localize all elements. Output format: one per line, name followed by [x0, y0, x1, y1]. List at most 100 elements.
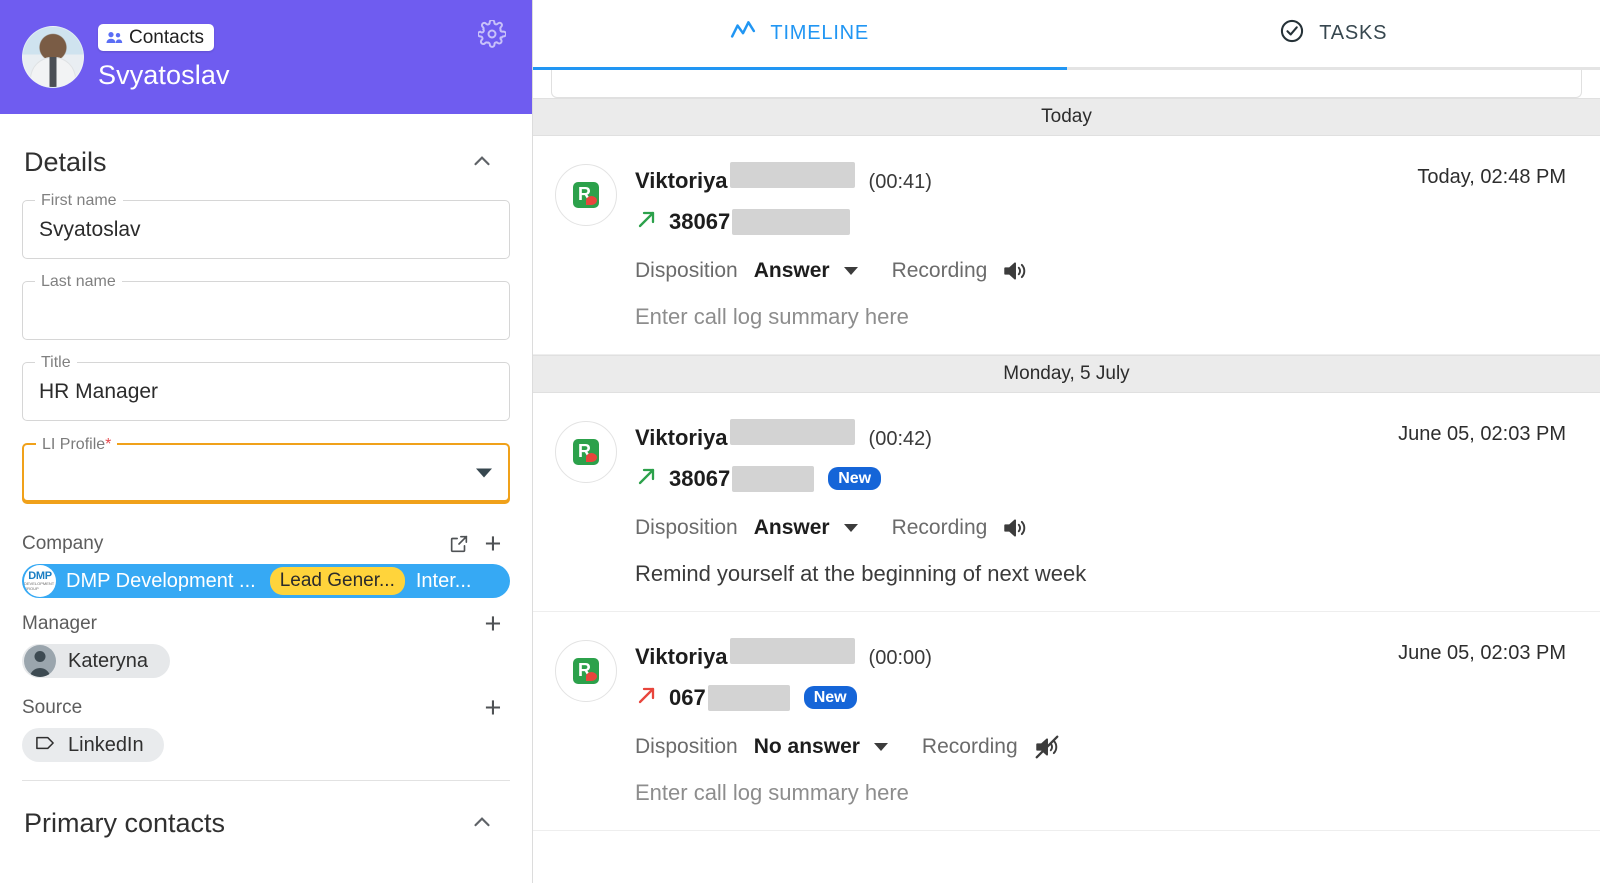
- company-chip-tag: Lead Gener...: [269, 567, 405, 595]
- arrow-outgoing-icon: [635, 683, 659, 712]
- day-separator-label: Today: [1041, 106, 1092, 127]
- person-avatar-icon: [24, 645, 56, 677]
- caller-name: Viktoriya: [635, 644, 728, 669]
- first-name-field[interactable]: First name Svyatoslav: [22, 192, 510, 259]
- tab-tasks[interactable]: TASKS: [1067, 0, 1600, 67]
- add-company-button[interactable]: +: [476, 527, 510, 561]
- company-logo-text: DMP: [28, 570, 52, 582]
- timeline-call-entry[interactable]: R Viktoriya (00:41) 38067 Disposition An…: [533, 136, 1600, 355]
- tab-tasks-label: TASKS: [1319, 22, 1388, 44]
- call-timestamp: June 05, 02:03 PM: [1398, 642, 1566, 664]
- call-phone-number: 38067: [669, 465, 731, 491]
- details-section-header: Details: [0, 114, 532, 188]
- caller-name: Viktoriya: [635, 425, 728, 450]
- recording-label: Recording: [891, 516, 988, 539]
- open-in-new-icon[interactable]: [442, 527, 476, 561]
- redacted-caller-surname: [729, 638, 855, 664]
- contact-name: Svyatoslav: [98, 59, 230, 90]
- status-badge: New: [803, 685, 857, 710]
- company-logo-subtext: DEVELOPMENT GROUP: [24, 581, 55, 591]
- redacted-phone-rest: [707, 684, 790, 711]
- manager-chip[interactable]: Kateryna: [22, 644, 171, 678]
- contacts-badge-label: Contacts: [129, 26, 204, 48]
- chevron-down-icon[interactable]: [843, 267, 858, 275]
- activity-timeline-icon: [730, 18, 756, 50]
- timeline-call-entry[interactable]: R Viktoriya (00:00) 067 New Disposition …: [533, 612, 1600, 831]
- company-chip-name: DMP Development ...: [66, 569, 256, 592]
- primary-contacts-collapse-toggle[interactable]: [460, 801, 504, 845]
- arrow-outgoing-icon: [635, 207, 659, 236]
- disposition-value: Answer: [753, 259, 830, 282]
- details-fields: First name Svyatoslav Last name Title HR…: [0, 188, 532, 502]
- call-summary[interactable]: Enter call log summary here: [635, 780, 909, 805]
- tab-timeline-label: TIMELINE: [770, 22, 870, 44]
- call-summary[interactable]: Enter call log summary here: [635, 304, 909, 329]
- redacted-phone-rest: [732, 208, 851, 235]
- company-chip[interactable]: DMP DEVELOPMENT GROUP DMP Development ..…: [22, 564, 510, 598]
- call-duration: (00:00): [868, 647, 932, 669]
- check-circle-icon: [1279, 18, 1305, 50]
- call-duration: (00:42): [868, 428, 932, 450]
- add-manager-button[interactable]: +: [476, 607, 510, 641]
- first-name-label: First name: [35, 192, 123, 210]
- call-timestamp: Today, 02:48 PM: [1417, 166, 1566, 188]
- company-section-header: Company +: [22, 524, 510, 564]
- details-collapse-toggle[interactable]: [460, 140, 504, 184]
- disposition-value: Answer: [753, 516, 830, 539]
- source-label: Source: [22, 697, 83, 718]
- last-name-field[interactable]: Last name: [22, 273, 510, 340]
- timeline-top-card-stub: [551, 70, 1582, 98]
- company-chip-tail: Inter...: [415, 569, 472, 592]
- title-label: Title: [35, 354, 77, 372]
- first-name-value: Svyatoslav: [39, 218, 141, 241]
- panel-tabs: TIMELINE TASKS: [533, 0, 1600, 70]
- tab-timeline[interactable]: TIMELINE: [533, 0, 1067, 70]
- speaker-on-icon[interactable]: [1001, 258, 1029, 284]
- manager-section-header: Manager +: [22, 604, 510, 644]
- add-source-button[interactable]: +: [476, 691, 510, 725]
- speaker-muted-icon[interactable]: [1032, 734, 1062, 760]
- arrow-outgoing-icon: [635, 464, 659, 493]
- contact-header: Contacts Svyatoslav: [0, 0, 532, 114]
- contact-header-text: Contacts Svyatoslav: [98, 23, 230, 91]
- call-phone-number: 38067: [669, 208, 731, 234]
- chevron-down-icon[interactable]: [476, 468, 492, 477]
- li-profile-field[interactable]: LI Profile*: [22, 436, 510, 502]
- caller-name: Viktoriya: [635, 168, 728, 193]
- disposition-label: Disposition: [635, 259, 738, 282]
- contact-avatar: [22, 26, 84, 88]
- last-name-label: Last name: [35, 273, 122, 291]
- call-summary[interactable]: Remind yourself at the beginning of next…: [635, 561, 1086, 586]
- timeline-scroll-area[interactable]: Today R Viktoriya (00:41) 38067 Disposit…: [533, 70, 1600, 883]
- ringcentral-icon: R: [555, 421, 617, 483]
- day-separator-label: Monday, 5 July: [1003, 363, 1130, 384]
- contacts-badge[interactable]: Contacts: [98, 23, 214, 51]
- primary-contacts-title: Primary contacts: [24, 807, 226, 838]
- source-chip[interactable]: LinkedIn: [22, 728, 164, 762]
- redacted-caller-surname: [729, 419, 855, 445]
- speaker-on-icon[interactable]: [1001, 515, 1029, 541]
- ringcentral-icon: R: [555, 640, 617, 702]
- day-separator: Today: [533, 98, 1600, 136]
- source-chip-name: LinkedIn: [68, 733, 144, 756]
- day-separator: Monday, 5 July: [533, 355, 1600, 393]
- people-icon: [106, 31, 123, 44]
- title-field[interactable]: Title HR Manager: [22, 354, 510, 421]
- crm-contact-page: Contacts Svyatoslav Details First name S…: [0, 0, 1600, 883]
- recording-label: Recording: [921, 735, 1018, 758]
- manager-chip-name: Kateryna: [68, 649, 149, 672]
- recording-label: Recording: [891, 259, 988, 282]
- gear-icon[interactable]: [477, 19, 507, 48]
- timeline-call-entry[interactable]: R Viktoriya (00:42) 38067 New Dispositio…: [533, 393, 1600, 612]
- status-badge: New: [828, 466, 882, 491]
- details-title: Details: [24, 146, 107, 177]
- li-profile-label: LI Profile*: [36, 436, 118, 454]
- call-duration: (00:41): [868, 171, 932, 193]
- chevron-down-icon[interactable]: [873, 743, 888, 751]
- disposition-label: Disposition: [635, 516, 738, 539]
- company-logo-icon: DMP DEVELOPMENT GROUP: [24, 565, 56, 597]
- ringcentral-icon: R: [555, 164, 617, 226]
- chevron-down-icon[interactable]: [843, 524, 858, 532]
- primary-contacts-section-header: Primary contacts: [0, 781, 532, 845]
- relations-block: Company + DMP DEVELOPMENT GROUP DMP Deve…: [0, 524, 532, 781]
